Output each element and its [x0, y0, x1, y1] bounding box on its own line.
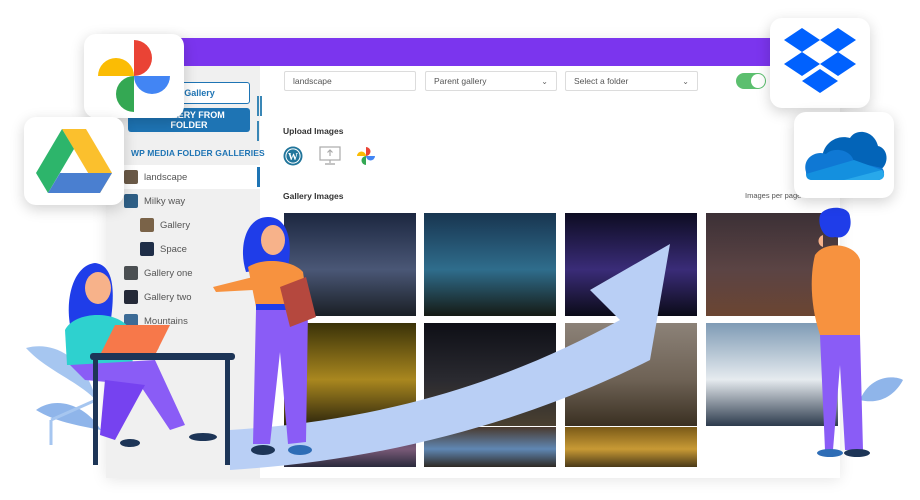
man-looking-illustration — [811, 207, 870, 457]
gallery-thumbnail — [140, 218, 154, 232]
dropbox-card — [770, 18, 870, 108]
svg-text:W: W — [288, 152, 298, 163]
google-drive-card — [24, 117, 124, 205]
sync-toggle[interactable] — [736, 73, 766, 89]
sidebar-item-landscape[interactable]: landscape — [120, 165, 262, 189]
images-per-page-label: Images per page — [745, 191, 802, 200]
gallery-name-input[interactable]: landscape — [284, 71, 416, 91]
sidebar-item-label: Gallery — [160, 219, 191, 231]
sidebar-resize-handle[interactable] — [257, 96, 263, 141]
upload-images-title: Upload Images — [283, 126, 344, 136]
gallery-images-title: Gallery Images — [283, 191, 344, 201]
gallery-thumbnail — [124, 170, 138, 184]
gallery-thumbnail — [124, 194, 138, 208]
onedrive-icon — [805, 131, 887, 180]
gallery-name-value: landscape — [293, 76, 332, 86]
google-photos-icon[interactable] — [356, 146, 376, 166]
folder-select[interactable]: Select a folder ⌄ — [565, 71, 698, 91]
sidebar-item-label: landscape — [144, 171, 188, 183]
woman-with-folder-illustration — [213, 217, 316, 455]
google-drive-icon — [36, 129, 112, 193]
sidebar-item-label: Milky way — [144, 195, 186, 207]
gallery-thumbnail — [140, 242, 154, 256]
toggle-knob — [751, 74, 765, 88]
top-bar — [106, 38, 840, 66]
google-photos-card — [84, 34, 184, 118]
onedrive-card — [794, 112, 894, 198]
sidebar-item-milky-way[interactable]: Milky way — [120, 189, 262, 213]
folder-select-label: Select a folder — [574, 76, 629, 86]
computer-upload-icon[interactable] — [319, 146, 341, 166]
google-photos-icon — [98, 40, 170, 112]
parent-gallery-label: Parent gallery — [434, 76, 487, 86]
dropbox-icon — [784, 28, 856, 93]
sidebar-item-label: Space — [160, 243, 187, 255]
wordpress-icon[interactable]: W — [283, 146, 303, 166]
chevron-down-icon: ⌄ — [541, 76, 548, 86]
sidebar-section-title: WP MEDIA FOLDER GALLERIES — [131, 148, 265, 158]
parent-gallery-select[interactable]: Parent gallery ⌄ — [425, 71, 557, 91]
chevron-down-icon: ⌄ — [682, 76, 689, 86]
